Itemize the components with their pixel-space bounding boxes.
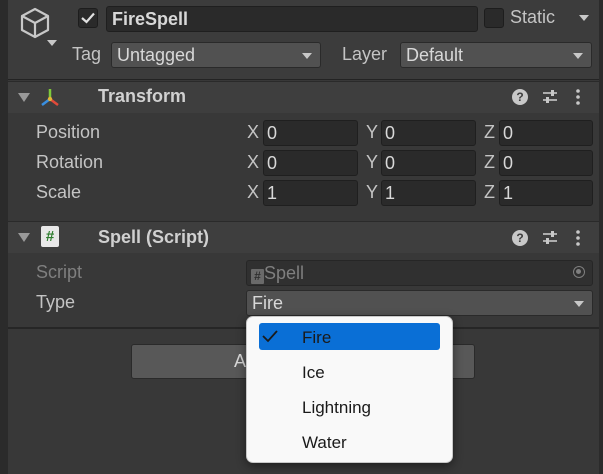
scale-x-input[interactable]: 1: [263, 180, 358, 206]
tag-label: Tag: [72, 44, 102, 64]
layer-label: Layer: [342, 44, 388, 64]
rotation-z-input[interactable]: 0: [499, 150, 593, 176]
active-checkbox[interactable]: [78, 8, 98, 28]
script-value: Spell: [264, 263, 305, 283]
position-z-input[interactable]: 0: [499, 120, 593, 146]
help-icon[interactable]: ?: [512, 89, 528, 105]
foldout-arrow-icon[interactable]: [18, 233, 30, 242]
position-y-input[interactable]: 0: [381, 120, 476, 146]
help-icon[interactable]: ?: [512, 230, 528, 246]
static-label: Static: [510, 7, 556, 27]
transform-axes-icon: [41, 89, 59, 106]
transform-header[interactable]: [8, 81, 599, 113]
option-ice[interactable]: Ice: [302, 363, 325, 383]
spell-script-header[interactable]: [8, 221, 599, 253]
script-object-field: # Spell: [246, 260, 593, 286]
check-icon: [262, 330, 278, 343]
chevron-down-icon: [302, 53, 312, 59]
chevron-down-icon: [574, 301, 584, 307]
rotation-x-label: X: [247, 152, 260, 172]
csharp-script-icon: #: [41, 226, 59, 247]
type-label: Type: [36, 292, 76, 312]
scale-z-label: Z: [484, 182, 495, 202]
rotation-z-label: Z: [484, 152, 495, 172]
tag-dropdown[interactable]: Untagged: [111, 42, 321, 68]
option-fire[interactable]: Fire: [302, 328, 331, 348]
static-checkbox[interactable]: [484, 8, 504, 28]
rotation-x-input[interactable]: 0: [263, 150, 358, 176]
gameobject-cube-icon: [20, 7, 50, 39]
more-options-icon[interactable]: [574, 229, 582, 247]
chevron-down-icon: [573, 53, 583, 59]
right-panel-edge: [599, 0, 603, 474]
object-name-input[interactable]: FireSpell: [106, 6, 478, 32]
more-options-icon[interactable]: [574, 88, 582, 106]
checkmark-icon: [81, 12, 95, 24]
rotation-y-label: Y: [366, 152, 379, 172]
option-water[interactable]: Water: [302, 433, 347, 453]
presets-sliders-icon[interactable]: [541, 88, 559, 106]
scale-x-label: X: [247, 182, 260, 202]
presets-sliders-icon[interactable]: [541, 229, 559, 247]
foldout-arrow-icon[interactable]: [18, 93, 30, 102]
type-options-popup: Fire Ice Lightning Water: [246, 316, 453, 463]
static-dropdown-caret-icon[interactable]: [579, 15, 589, 21]
option-lightning[interactable]: Lightning: [302, 398, 371, 418]
object-picker-icon: [573, 266, 585, 278]
layer-dropdown[interactable]: Default: [400, 42, 592, 68]
type-value: Fire: [252, 293, 283, 313]
scale-y-input[interactable]: 1: [381, 180, 476, 206]
scale-label: Scale: [36, 182, 82, 202]
position-label: Position: [36, 122, 101, 142]
position-x-input[interactable]: 0: [263, 120, 358, 146]
left-panel-edge: [0, 0, 8, 474]
spell-script-title: Spell (Script): [98, 227, 210, 247]
scale-y-label: Y: [366, 182, 379, 202]
position-y-label: Y: [366, 122, 379, 142]
script-label: Script: [36, 262, 83, 282]
add-component-button-label: A: [234, 351, 247, 371]
transform-title: Transform: [98, 86, 187, 106]
selected-option-highlight: [259, 323, 440, 350]
csharp-script-icon: #: [251, 269, 264, 284]
tag-value: Untagged: [117, 45, 196, 65]
scale-z-input[interactable]: 1: [499, 180, 593, 206]
rotation-label: Rotation: [36, 152, 104, 172]
icon-dropdown-caret-icon[interactable]: [47, 40, 57, 46]
type-dropdown[interactable]: Fire: [246, 290, 593, 316]
position-x-label: X: [247, 122, 260, 142]
layer-value: Default: [406, 45, 464, 65]
rotation-y-input[interactable]: 0: [381, 150, 476, 176]
position-z-label: Z: [484, 122, 495, 142]
